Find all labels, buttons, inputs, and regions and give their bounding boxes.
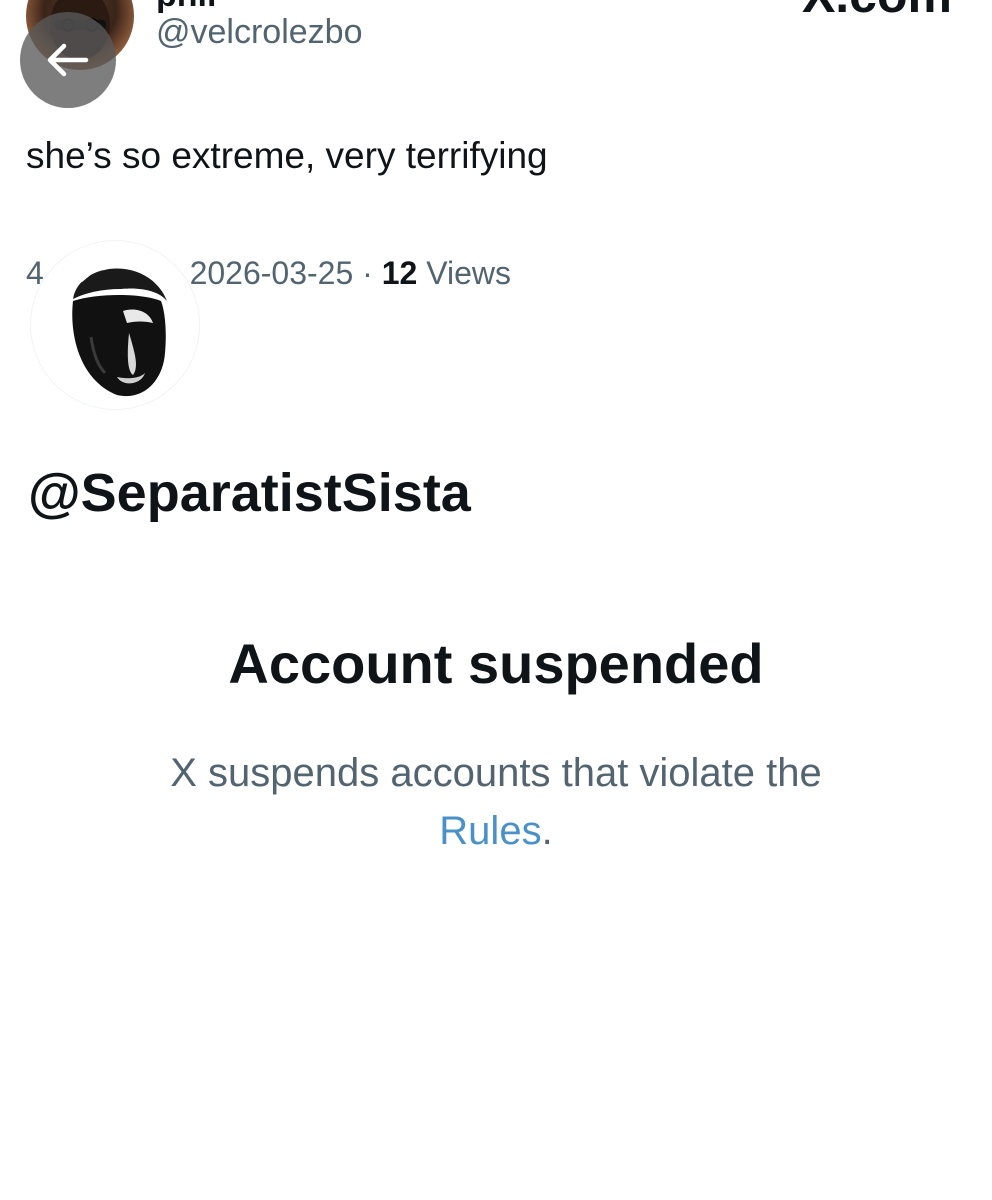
brand-logo: X.com xyxy=(802,0,952,20)
poster-name: phil xyxy=(156,0,216,12)
poster-handle[interactable]: @velcrolezbo xyxy=(156,12,363,53)
suspended-profile-avatar xyxy=(30,240,200,410)
suspended-description: X suspends accounts that violate the Rul… xyxy=(96,744,896,860)
arrow-left-icon xyxy=(42,34,94,86)
tweet-text: she’s so extreme, very terrifying xyxy=(26,135,548,176)
suspended-description-text: X suspends accounts that violate the xyxy=(170,751,822,795)
views-label: Views xyxy=(426,255,511,291)
tweet-date[interactable]: 2026-03-25 xyxy=(190,255,354,291)
suspended-title: Account suspended xyxy=(228,632,764,695)
rules-link[interactable]: Rules xyxy=(439,809,541,853)
suspended-handle: @SeparatistSista xyxy=(28,463,471,523)
description-period: . xyxy=(541,809,553,853)
back-button[interactable] xyxy=(20,12,116,108)
meta-separator: · xyxy=(362,255,373,291)
views-count: 12 xyxy=(381,255,418,291)
